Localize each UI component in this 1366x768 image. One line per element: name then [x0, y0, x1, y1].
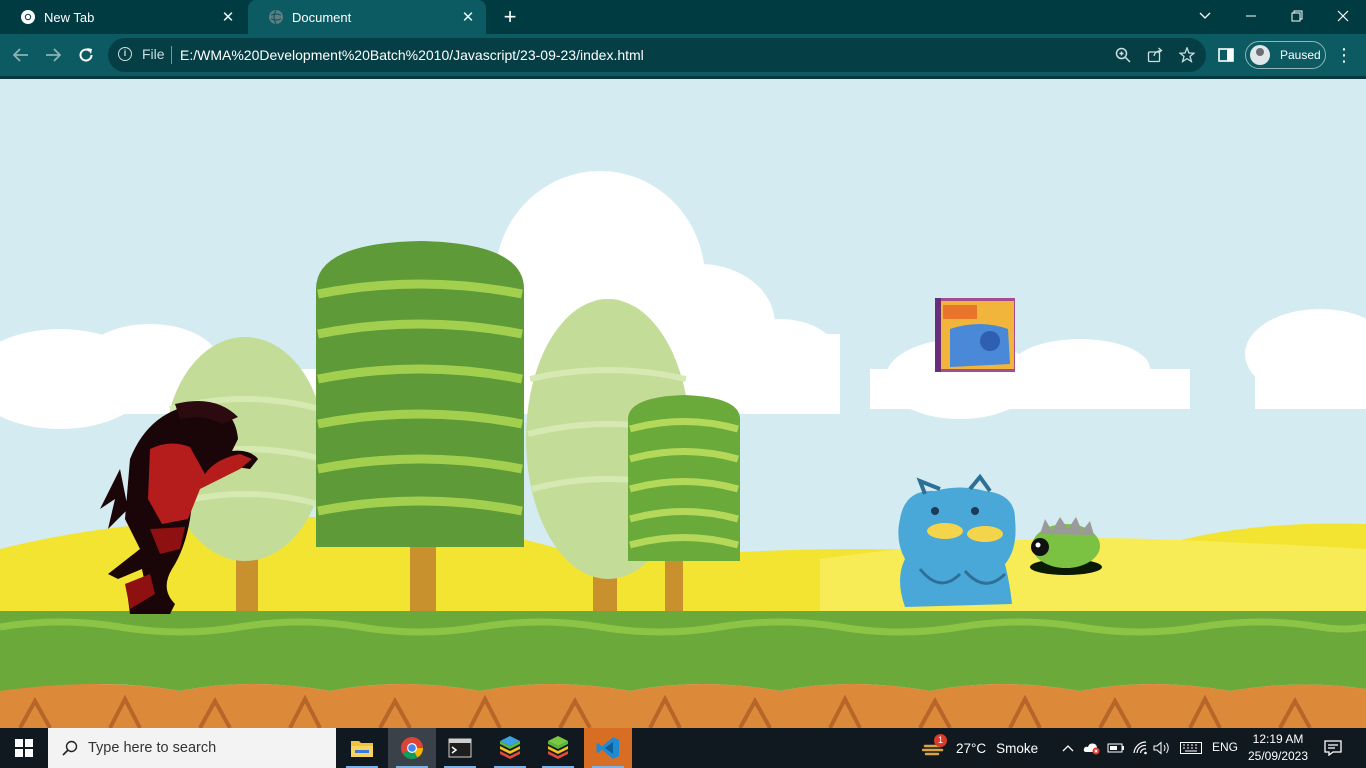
keyboard-icon[interactable]	[1178, 738, 1204, 758]
site-info-button[interactable]: i File	[118, 46, 165, 62]
address-divider	[171, 46, 172, 64]
zoom-icon[interactable]	[1112, 44, 1134, 66]
bluestacks-icon	[500, 736, 520, 759]
profile-status: Paused	[1280, 48, 1321, 62]
vscode-icon	[596, 737, 619, 759]
weather-smoke-icon: 1	[921, 734, 948, 760]
profile-button[interactable]: Paused	[1245, 41, 1326, 69]
search-placeholder: Type here to search	[88, 740, 217, 756]
bookmark-star-icon[interactable]	[1176, 44, 1198, 66]
game-canvas[interactable]	[0, 79, 1366, 728]
restore-button[interactable]	[1274, 0, 1320, 32]
close-tab-icon[interactable]: ✕	[460, 9, 476, 26]
scheme-label: File	[142, 46, 165, 62]
battery-icon[interactable]	[1106, 738, 1126, 758]
address-bar[interactable]: i File E:/WMA%20Development%20Batch%2010…	[108, 38, 1206, 72]
reload-button[interactable]	[73, 42, 99, 68]
chrome-icon	[401, 737, 423, 759]
info-icon: i	[118, 47, 132, 61]
tab-title: New Tab	[44, 9, 95, 25]
tab-search-chevron-icon[interactable]	[1182, 0, 1228, 32]
windows-logo-icon	[15, 739, 33, 757]
clock-time: 12:19 AM	[1252, 732, 1304, 746]
weather-widget[interactable]: 1 27°C Smoke	[921, 728, 1039, 768]
start-button[interactable]	[0, 728, 48, 768]
more-menu-icon[interactable]: ⋮	[1334, 42, 1354, 68]
blue-monster-enemy	[898, 473, 1016, 607]
chrome-icon	[20, 9, 36, 25]
bluestacks-x-icon	[548, 736, 568, 759]
minimize-button[interactable]	[1228, 0, 1274, 32]
mystery-book-block	[935, 298, 1015, 372]
volume-icon[interactable]	[1152, 738, 1172, 758]
taskbar-bluestacks[interactable]	[486, 728, 534, 768]
language-indicator[interactable]: ENG	[1212, 740, 1238, 754]
notification-center-icon[interactable]	[1318, 736, 1348, 760]
clock-date: 25/09/2023	[1247, 749, 1309, 763]
system-clock[interactable]: 12:19 AM 25/09/2023	[1244, 731, 1312, 765]
tab-document[interactable]: Document ✕	[248, 0, 486, 34]
avatar	[1250, 45, 1270, 65]
taskbar-file-explorer[interactable]	[338, 728, 386, 768]
weather-temperature: 27°C	[956, 740, 987, 756]
onedrive-error-icon[interactable]	[1082, 738, 1102, 758]
grass	[0, 611, 1366, 691]
taskbar-chrome[interactable]	[388, 728, 436, 768]
game-scene	[0, 79, 1366, 728]
close-tab-icon[interactable]: ✕	[220, 9, 236, 26]
url-text[interactable]: E:/WMA%20Development%20Batch%2010/Javasc…	[180, 47, 644, 63]
close-window-button[interactable]	[1320, 0, 1366, 32]
new-tab-button[interactable]: +	[498, 5, 522, 29]
forward-button[interactable]	[40, 42, 66, 68]
side-panel-icon[interactable]	[1216, 44, 1236, 66]
terminal-icon	[448, 738, 472, 758]
back-button[interactable]	[8, 42, 34, 68]
browser-toolbar: i File E:/WMA%20Development%20Batch%2010…	[0, 34, 1366, 76]
weather-alert-badge: 1	[934, 734, 947, 747]
wifi-icon[interactable]	[1130, 738, 1150, 758]
folder-icon	[351, 741, 373, 757]
taskbar-terminal[interactable]	[436, 728, 484, 768]
search-icon	[62, 740, 78, 756]
tab-strip: New Tab ✕ Document ✕ +	[0, 0, 1366, 34]
share-icon[interactable]	[1144, 44, 1166, 66]
globe-icon	[268, 9, 284, 25]
taskbar-search[interactable]: Type here to search	[48, 728, 336, 768]
taskbar-bluestacks-x[interactable]	[534, 728, 582, 768]
tab-title: Document	[292, 9, 352, 25]
chevron-up-icon[interactable]	[1058, 738, 1078, 758]
tab-new-tab[interactable]: New Tab ✕	[0, 0, 246, 34]
weather-condition: Smoke	[996, 740, 1039, 756]
taskbar-vscode[interactable]	[584, 728, 632, 768]
taskbar: Type here to search 1 27°C Smoke ENG 12:…	[0, 728, 1366, 768]
